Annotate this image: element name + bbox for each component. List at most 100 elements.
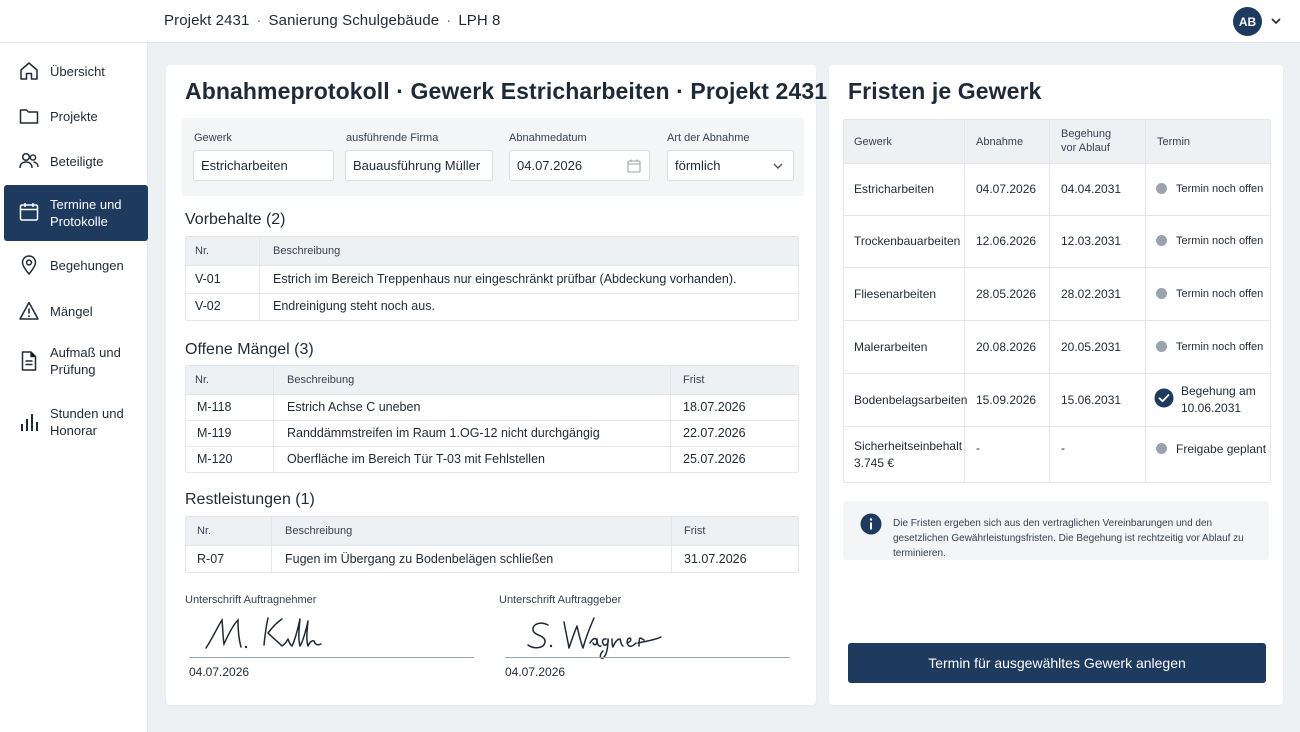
create-appointment-button[interactable]: Termin für ausgewähltes Gewerk anlegen — [848, 643, 1266, 683]
table-row-nr[interactable]: R-07 — [197, 552, 224, 566]
fristen-card: Fristen je Gewerk Gewerk Abnahme Begehun… — [829, 65, 1283, 705]
user-avatar[interactable]: AB — [1233, 7, 1262, 36]
art-label: Art der Abnahme — [667, 132, 750, 144]
protocol-card: Abnahmeprotokoll · Gewerk Estricharbeite… — [166, 65, 912, 705]
column-header-frist: Frist — [684, 525, 706, 537]
table-row-desc[interactable]: Randdämmstreifen im Raum 1.OG-12 nicht d… — [287, 426, 600, 440]
signature-contractor-date: 04.07.2026 — [189, 665, 250, 679]
table-row-termin[interactable]: Termin noch offen — [1176, 286, 1263, 302]
sidebar-item-termine[interactable]: Termine und Protokolle — [4, 185, 148, 241]
table-row-nr[interactable]: V-01 — [195, 272, 221, 286]
sidebar-item-uebersicht[interactable]: Übersicht — [4, 57, 148, 85]
table-row-frist: 22.07.2026 — [683, 426, 746, 440]
column-header-frist: Frist — [683, 374, 705, 386]
table-row-gewerk[interactable]: Trockenbauarbeiten — [854, 233, 960, 249]
maengel-table: Nr. Beschreibung Frist M-118 Estrich Ach… — [185, 365, 799, 473]
art-value: förmlich — [675, 158, 721, 173]
table-row-termin-date: 10.06.2031 — [1181, 401, 1242, 415]
table-row-desc[interactable]: Endreinigung steht noch aus. — [273, 299, 435, 313]
info-box: Die Fristen ergeben sich aus den vertrag… — [843, 501, 1269, 560]
warning-icon — [19, 301, 39, 320]
sidebar-item-label: Mängel — [50, 303, 93, 319]
protocol-form: Gewerk Estricharbeiten ausführende Firma… — [182, 118, 804, 196]
restleistungen-table: Nr. Beschreibung Frist R-07 Fugen im Übe… — [185, 516, 799, 573]
table-row-nr[interactable]: M-118 — [197, 400, 232, 414]
table-row-gewerk[interactable]: Estricharbeiten — [854, 181, 934, 197]
check-circle-icon — [1154, 388, 1174, 408]
table-row-termin[interactable]: Termin noch offen — [1176, 339, 1263, 355]
sidebar-item-maengel[interactable]: Mängel — [4, 297, 148, 325]
table-row-desc[interactable]: Fugen im Übergang zu Bodenbelägen schlie… — [285, 552, 553, 566]
page-title: Abnahmeprotokoll · Gewerk Estricharbeite… — [185, 78, 913, 104]
sidebar-item-stunden[interactable]: Stunden und Honorar — [4, 402, 148, 442]
table-row-gewerk[interactable]: Sicherheitseinbehalt — [854, 438, 962, 454]
table-row-nr[interactable]: M-119 — [197, 426, 232, 440]
table-row-desc[interactable]: Estrich im Bereich Treppenhaus nur einge… — [273, 272, 736, 286]
signature-contractor-label: Unterschrift Auftragnehmer — [185, 594, 317, 606]
column-header-termin: Termin — [1157, 136, 1191, 148]
table-row-termin[interactable]: Begehung am — [1181, 383, 1256, 399]
sidebar-item-beteiligte[interactable]: Beteiligte — [4, 147, 148, 175]
sidebar-item-label: Beteiligte — [50, 153, 104, 169]
column-header-nr: Nr. — [197, 525, 212, 537]
status-dot — [1156, 288, 1167, 299]
info-text: Die Fristen ergeben sich aus den vertrag… — [893, 518, 1244, 559]
table-row-desc[interactable]: Oberfläche im Bereich Tür T-03 mit Fehls… — [287, 452, 545, 466]
table-header — [186, 517, 798, 545]
datum-field[interactable]: 04.07.2026 — [509, 150, 650, 181]
status-dot — [1156, 183, 1167, 194]
signature-line — [505, 657, 790, 658]
table-row-abnahme: 15.09.2026 — [976, 393, 1037, 407]
breadcrumb-project[interactable]: Projekt 2431 — [164, 12, 249, 29]
column-header-nr: Nr. — [195, 245, 210, 257]
table-row-gewerk[interactable]: Bodenbelagsarbeiten — [854, 392, 967, 408]
sidebar-item-label: Stunden und Honorar — [50, 406, 124, 438]
fristen-title: Fristen je Gewerk — [848, 78, 1042, 104]
table-row-abnahme: 12.06.2026 — [976, 234, 1037, 248]
art-select[interactable]: förmlich — [667, 150, 794, 181]
table-row-begehung: 12.03.2031 — [1061, 234, 1122, 248]
table-row-nr[interactable]: M-120 — [197, 452, 232, 466]
table-row-termin[interactable]: Termin noch offen — [1176, 181, 1263, 197]
table-row-abnahme: - — [976, 441, 980, 455]
breadcrumb-phase[interactable]: LPH 8 — [458, 12, 500, 29]
breadcrumb-separator: · — [446, 12, 452, 29]
fristen-table: Gewerk Abnahme Begehung vor Ablauf Termi… — [843, 119, 1271, 483]
maengel-title: Offene Mängel (3) — [185, 341, 314, 358]
bar-chart-icon — [21, 414, 38, 431]
breadcrumb-title[interactable]: Sanierung Schulgebäude — [269, 12, 440, 29]
gewerk-field[interactable]: Estricharbeiten — [193, 150, 334, 181]
table-row-termin[interactable]: Termin noch offen — [1176, 233, 1263, 249]
sidebar-item-label: Termine und Protokolle — [50, 197, 122, 229]
vorbehalte-title: Vorbehalte (2) — [185, 211, 286, 228]
table-row-nr[interactable]: V-02 — [195, 299, 221, 313]
gewerk-label: Gewerk — [194, 132, 232, 144]
column-header-gewerk: Gewerk — [854, 136, 892, 148]
folder-icon — [19, 109, 39, 124]
signature-client-label: Unterschrift Auftraggeber — [499, 594, 622, 606]
table-row-begehung: 04.04.2031 — [1061, 182, 1122, 196]
sidebar-item-aufmass[interactable]: Aufmaß und Prüfung — [4, 341, 148, 381]
calendar-icon[interactable] — [627, 159, 641, 173]
top-bar: Projekt 2431 · Sanierung Schulgebäude · LPH … — [0, 0, 1300, 43]
firma-field[interactable]: Bauausführung Müller — [345, 150, 493, 181]
column-header-nr: Nr. — [195, 374, 210, 386]
info-icon — [860, 513, 882, 535]
signature-contractor-image — [205, 617, 322, 649]
signature-client-date: 04.07.2026 — [505, 665, 566, 679]
table-row-desc[interactable]: Estrich Achse C uneben — [287, 400, 420, 414]
sidebar-item-begehungen[interactable]: Begehungen — [4, 251, 148, 279]
table-row-termin[interactable]: Freigabe geplant — [1176, 441, 1266, 457]
column-header-beschreibung: Beschreibung — [273, 245, 341, 257]
table-row-begehung: - — [1061, 441, 1065, 455]
chevron-down-icon[interactable] — [1269, 14, 1283, 28]
users-icon — [19, 152, 39, 169]
sidebar-item-projekte[interactable]: Projekte — [4, 102, 148, 130]
table-row-gewerk[interactable]: Fliesenarbeiten — [854, 286, 936, 302]
vorbehalte-table: Nr. Beschreibung V-01 Estrich im Bereich… — [185, 236, 799, 321]
firma-label: ausführende Firma — [346, 132, 439, 144]
table-row-gewerk[interactable]: Malerarbeiten — [854, 339, 927, 355]
table-row-begehung: 28.02.2031 — [1061, 287, 1122, 301]
table-row-frist: 18.07.2026 — [683, 400, 746, 414]
table-row-abnahme: 20.08.2026 — [976, 340, 1037, 354]
